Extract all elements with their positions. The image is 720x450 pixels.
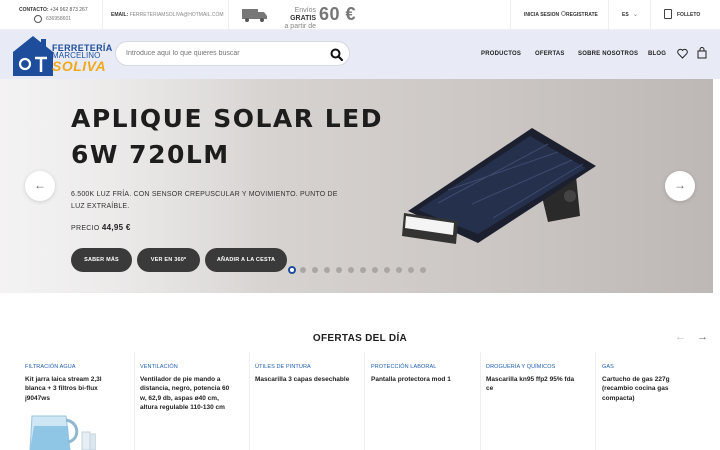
slider-dot[interactable] <box>312 267 318 273</box>
nav-sobre-nosotros[interactable]: SOBRE NOSOTROS <box>578 51 638 57</box>
hero-description: 6.500K LUZ FRÍA. CON SENSOR CREPUSCULAR … <box>71 191 338 210</box>
free-shipping-text: Envíos GRATIS a partir de <box>284 7 316 30</box>
product-category[interactable]: VENTILACIÓN <box>140 364 178 370</box>
register-link[interactable]: REGISTRATE <box>566 12 598 18</box>
water-jug-image <box>29 415 96 450</box>
login-link[interactable]: INICIA SESION <box>524 12 559 18</box>
product-card[interactable]: ÚTILES DE PINTURA Mascarilla 3 capas des… <box>255 352 365 450</box>
truck-icon <box>242 9 267 22</box>
add-to-cart-button[interactable]: AÑADIR A LA CESTA <box>205 248 287 272</box>
chevron-down-icon[interactable]: ⌄ <box>633 11 638 18</box>
offers-prev-icon[interactable]: ← <box>675 331 686 343</box>
product-name[interactable]: Ventilador de pie mando a distancia, neg… <box>140 375 236 412</box>
email-address[interactable]: FERRETERIAMSOLIVA@HOTMAIL.COM <box>130 12 224 18</box>
view-360-button[interactable]: VER EN 360º <box>137 248 200 272</box>
product-category[interactable]: PROTECCIÓN LABORAL <box>371 364 436 370</box>
slider-dot[interactable] <box>384 267 390 273</box>
solar-lamp-image <box>402 128 596 244</box>
product-category[interactable]: ÚTILES DE PINTURA <box>255 364 311 370</box>
product-card[interactable]: DROGUERÍA Y QUÍMICOS Mascarilla kn95 ffp… <box>486 352 596 450</box>
divider <box>608 0 609 30</box>
product-category[interactable]: GAS <box>602 364 614 370</box>
divider <box>510 0 511 30</box>
product-card[interactable]: GAS Cartucho de gas 227g (recambio cocin… <box>602 352 712 450</box>
logo-text-soliva: SOLIVA <box>52 58 107 74</box>
whatsapp-icon <box>34 15 42 23</box>
search-bar <box>115 41 350 66</box>
slider-next-button[interactable]: → <box>665 171 695 201</box>
divider <box>228 0 229 30</box>
slider-dot[interactable] <box>288 266 296 274</box>
nav-ofertas[interactable]: OFERTAS <box>535 51 565 57</box>
page: CONTACTO: +34 962 873 267 636958601 EMAI… <box>0 0 720 450</box>
language-selector[interactable]: ES <box>622 12 629 18</box>
brochure-icon[interactable] <box>664 9 672 19</box>
whatsapp-number[interactable]: 636958601 <box>46 16 71 22</box>
product-name[interactable]: Cartucho de gas 227g (recambio cocina ga… <box>602 375 698 403</box>
product-name[interactable]: Mascarilla 3 capas desechable <box>255 375 351 384</box>
slider-prev-button[interactable]: ← <box>25 171 55 201</box>
slider-dot[interactable] <box>420 267 426 273</box>
slider-dot[interactable] <box>408 267 414 273</box>
heart-icon[interactable] <box>677 48 688 59</box>
top-bar: CONTACTO: +34 962 873 267 636958601 EMAI… <box>0 0 720 30</box>
search-input[interactable] <box>126 50 326 57</box>
product-name[interactable]: Mascarilla kn95 ffp2 95% fda ce <box>486 375 582 394</box>
contact-email: EMAIL: FERRETERIAMSOLIVA@HOTMAIL.COM <box>111 12 224 18</box>
slider-dot[interactable] <box>324 267 330 273</box>
free-shipping-amount: 60 € <box>319 4 357 24</box>
product-category[interactable]: FILTRACIÓN AGUA <box>25 364 76 370</box>
divider <box>102 0 103 30</box>
slider-dot[interactable] <box>396 267 402 273</box>
nav-productos[interactable]: PRODUCTOS <box>481 51 521 57</box>
contact-label: CONTACTO: <box>19 7 49 13</box>
arrow-right-icon: → <box>674 178 686 192</box>
slider-dot[interactable] <box>336 267 342 273</box>
offers-title: OFERTAS DEL DÍA <box>312 333 408 344</box>
nav-blog[interactable]: BLOG <box>648 51 666 57</box>
slider-dot[interactable] <box>372 267 378 273</box>
contact-info: CONTACTO: +34 962 873 267 <box>19 6 88 14</box>
offers-next-icon[interactable]: → <box>697 331 708 343</box>
product-category[interactable]: DROGUERÍA Y QUÍMICOS <box>486 364 555 370</box>
contact-phone[interactable]: +34 962 873 267 <box>50 7 88 13</box>
product-name[interactable]: Pantalla protectora mod 1 <box>371 375 467 384</box>
email-label: EMAIL: <box>111 12 129 18</box>
hero-price: PRECIO 44,95 € <box>71 223 131 232</box>
hero-title: APLIQUE SOLAR LED 6W 720LM <box>71 104 383 169</box>
product-name[interactable]: Kit jarra laica stream 2,3l blanca + 3 f… <box>25 375 121 403</box>
product-card[interactable]: VENTILACIÓN Ventilador de pie mando a di… <box>140 352 250 450</box>
product-card[interactable]: PROTECCIÓN LABORAL Pantalla protectora m… <box>371 352 481 450</box>
shopping-bag-icon[interactable] <box>697 47 707 59</box>
arrow-left-icon: ← <box>34 178 46 192</box>
divider <box>650 0 651 30</box>
learn-more-button[interactable]: SABER MÁS <box>71 248 132 272</box>
brochure-link[interactable]: FOLLETO <box>677 12 700 18</box>
slider-dot[interactable] <box>300 267 306 273</box>
search-icon[interactable] <box>330 48 343 61</box>
slider-dot[interactable] <box>348 267 354 273</box>
slider-dot[interactable] <box>360 267 366 273</box>
